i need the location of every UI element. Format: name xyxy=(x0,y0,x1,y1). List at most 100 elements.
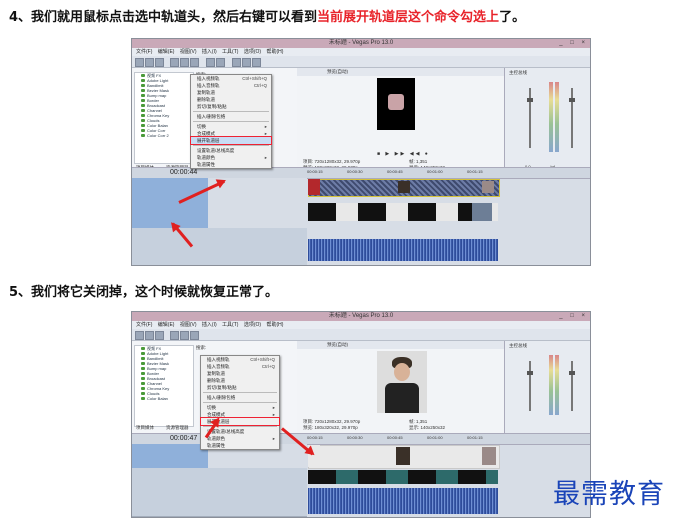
audio-track-header[interactable] xyxy=(132,228,307,265)
menu-help[interactable]: 帮助(H) xyxy=(266,322,283,328)
ruler-tick: 00:01:15 xyxy=(467,169,483,174)
menu-item-duplicate-track[interactable]: 复制轨道 xyxy=(191,89,271,96)
person-face xyxy=(394,363,410,381)
window-buttons[interactable]: _ □ × xyxy=(559,312,588,321)
tab-project-media[interactable]: 项目媒体 xyxy=(136,425,154,431)
tree-item[interactable]: Color Balan xyxy=(135,396,193,401)
ruler-tick: 00:00:30 xyxy=(347,169,363,174)
master-fader-knob[interactable] xyxy=(569,98,575,102)
menu-item-switches[interactable]: 切换 ▸ xyxy=(201,404,279,411)
vegas-screenshot-1: 未标题 - Vegas Pro 13.0 _ □ × 文件(F) 编辑(E) 视… xyxy=(131,38,591,266)
clip-thumbnail xyxy=(396,447,410,465)
menu-edit[interactable]: 编辑(E) xyxy=(158,322,175,328)
edit-tool-icon[interactable] xyxy=(232,58,241,67)
level-meter-left xyxy=(549,82,553,152)
menu-item-duplicate-track[interactable]: 复制轨道 xyxy=(201,370,279,377)
video-track-header-selected[interactable] xyxy=(132,444,208,469)
menu-tools[interactable]: 工具(T) xyxy=(222,49,238,55)
menu-item-track-properties[interactable]: 轨道属性 xyxy=(201,442,279,449)
redo-icon[interactable] xyxy=(216,58,225,67)
envelope-tool-icon[interactable] xyxy=(242,58,251,67)
menu-item-cut-copy-paste[interactable]: 剪切/复制/粘贴 xyxy=(191,103,271,110)
cut-icon[interactable] xyxy=(170,331,179,340)
new-icon[interactable] xyxy=(135,58,144,67)
open-icon[interactable] xyxy=(145,58,154,67)
paste-icon[interactable] xyxy=(190,58,199,67)
menu-item-cut-copy-paste[interactable]: 剪切/复制/粘贴 xyxy=(201,384,279,391)
video-clip-layer[interactable] xyxy=(308,470,498,484)
undo-icon[interactable] xyxy=(206,58,215,67)
ruler-tick: 00:01:00 xyxy=(427,169,443,174)
toolbar xyxy=(132,329,590,341)
toolbar xyxy=(132,56,590,68)
save-icon[interactable] xyxy=(155,58,164,67)
master-fader-knob[interactable] xyxy=(527,371,533,375)
transport-controls[interactable]: ■ ▶ ▶▶ ◀◀ ● xyxy=(377,151,430,157)
menu-item-track-height[interactable]: 设置轨道/总线高度 xyxy=(191,147,271,154)
menu-item-envelopes[interactable]: 插入/删除包络 xyxy=(201,394,279,401)
menu-item-track-color[interactable]: 轨道颜色 ▸ xyxy=(191,154,271,161)
preview-header[interactable]: 预览(自动) xyxy=(297,341,504,349)
preview-header[interactable]: 预览(自动) xyxy=(297,68,504,76)
tab-explorer[interactable]: 资源管理器 xyxy=(166,425,189,431)
menu-item-delete-track[interactable]: 删除轨道 xyxy=(201,377,279,384)
menu-options[interactable]: 选项(O) xyxy=(244,322,261,328)
tree-item[interactable]: Color Corr 2 xyxy=(135,133,193,138)
ruler-tick: 00:00:45 xyxy=(387,169,403,174)
save-icon[interactable] xyxy=(155,331,164,340)
level-meter-right xyxy=(555,82,559,152)
timecode: 00:00:44 xyxy=(170,169,198,176)
menu-file[interactable]: 文件(F) xyxy=(136,322,152,328)
menu-file[interactable]: 文件(F) xyxy=(136,49,152,55)
menu-help[interactable]: 帮助(H) xyxy=(266,49,283,55)
ruler-tick: 00:00:45 xyxy=(387,435,403,440)
paste-icon[interactable] xyxy=(190,331,199,340)
video-track-header-selected[interactable] xyxy=(132,178,208,229)
fx-tree[interactable]: 视频 FX Adobe Light Bandlimit Bezier Mask … xyxy=(134,72,194,164)
menu-insert[interactable]: 插入(I) xyxy=(202,49,217,55)
window-title: 未标题 - Vegas Pro 13.0 xyxy=(132,312,590,321)
video-clip-layer[interactable] xyxy=(308,203,498,221)
menu-separator xyxy=(203,392,277,393)
copy-icon[interactable] xyxy=(180,58,189,67)
master-fader-knob[interactable] xyxy=(527,98,533,102)
menu-item-track-properties[interactable]: 轨道属性 xyxy=(191,161,271,168)
menu-item-insert-video-track[interactable]: 插入视频轨 Ctrl+Shift+Q xyxy=(201,356,279,363)
open-icon[interactable] xyxy=(145,331,154,340)
track-context-menu: 插入视频轨 Ctrl+Shift+Q 插入音频轨 Ctrl+Q 复制轨道 删除轨道 … xyxy=(200,355,280,450)
menu-insert[interactable]: 插入(I) xyxy=(202,322,217,328)
menu-item-track-color[interactable]: 轨道颜色 ▸ xyxy=(201,435,279,442)
menu-view[interactable]: 视图(V) xyxy=(180,322,197,328)
menu-item-delete-track[interactable]: 删除轨道 xyxy=(191,96,271,103)
new-icon[interactable] xyxy=(135,331,144,340)
menu-item-expand-track-layers[interactable]: 展开轨道层 xyxy=(190,136,272,145)
menu-options[interactable]: 选项(O) xyxy=(244,49,261,55)
master-bus-panel: 主控总线 0.0 -Inf xyxy=(504,68,590,173)
menu-item-envelopes[interactable]: 插入/删除包络 xyxy=(191,113,271,120)
audio-track-header[interactable] xyxy=(132,468,307,517)
master-fader-track xyxy=(529,88,531,148)
level-meter-right xyxy=(555,355,559,415)
menu-edit[interactable]: 编辑(E) xyxy=(158,49,175,55)
cut-icon[interactable] xyxy=(170,58,179,67)
clip-thumbnail xyxy=(482,447,496,465)
ruler-tick: 00:01:00 xyxy=(427,435,443,440)
menu-item-composite-mode[interactable]: 合成模式▸ xyxy=(191,130,271,137)
audio-waveform[interactable] xyxy=(308,239,498,261)
menu-item-insert-audio-track[interactable]: 插入音频轨 Ctrl+Q xyxy=(201,363,279,370)
clip-thumbnail xyxy=(398,181,410,193)
copy-icon[interactable] xyxy=(180,331,189,340)
master-fader-track xyxy=(571,361,573,411)
menu-item-switches[interactable]: 切换 ▸ xyxy=(191,123,271,130)
menu-view[interactable]: 视图(V) xyxy=(180,49,197,55)
master-fader-track xyxy=(529,361,531,411)
fx-tree[interactable]: 视频 FX Adobe Light Bandlimit Bezier Mask … xyxy=(134,345,194,427)
window-buttons[interactable]: _ □ × xyxy=(559,39,588,48)
master-fader-knob[interactable] xyxy=(569,371,575,375)
zoom-tool-icon[interactable] xyxy=(252,58,261,67)
menu-bar: 文件(F) 编辑(E) 视图(V) 插入(I) 工具(T) 选项(O) 帮助(H… xyxy=(132,321,590,329)
audio-waveform[interactable] xyxy=(308,488,498,514)
menu-item-insert-audio-track[interactable]: 插入音频轨 Ctrl+Q xyxy=(191,82,271,89)
menu-tools[interactable]: 工具(T) xyxy=(222,322,238,328)
menu-item-insert-video-track[interactable]: 插入视频轨 Ctrl+Shift+Q xyxy=(191,75,271,82)
